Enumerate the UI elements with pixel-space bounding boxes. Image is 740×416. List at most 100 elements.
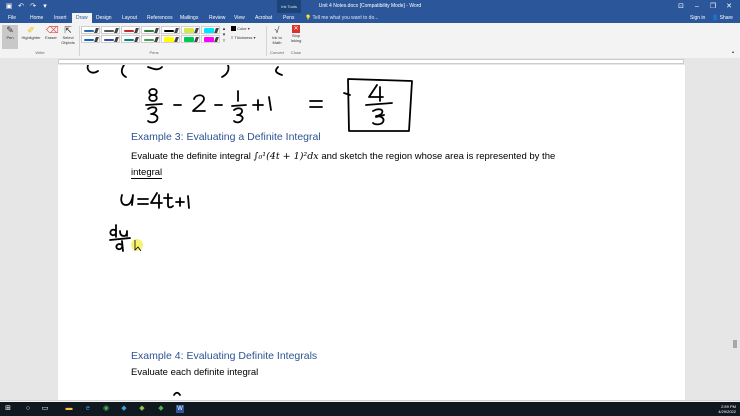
ribbon-display-options-icon[interactable]: ⊡	[674, 0, 688, 13]
cursor-highlight	[131, 239, 143, 251]
pen-swatch[interactable]	[81, 26, 100, 34]
pens-group-label: Pens	[149, 50, 159, 55]
example3-text: integral	[131, 167, 163, 179]
pen-gallery-more-icon[interactable]: ▴ ▾ ▿	[221, 26, 227, 44]
stop-inking-icon: ✕	[292, 25, 300, 33]
app-icon[interactable]: ◆	[138, 405, 146, 413]
highlighter-swatch[interactable]	[201, 26, 220, 34]
ink-stroke	[343, 92, 351, 96]
select-objects-button[interactable]: ⇱ Select Objects	[59, 25, 77, 45]
color-swatch-icon	[231, 26, 236, 32]
title-bar: ▣ ↶ ↷ ▾ Ink Tools Unit 4 Notes.docx [Com…	[0, 0, 740, 13]
example3-heading: Example 3: Evaluating a Definite Integra…	[131, 131, 321, 143]
tab-acrobat[interactable]: Acrobat	[251, 13, 276, 23]
tell-me-search[interactable]: 💡 Tell me what you want to do...	[305, 13, 378, 23]
vertical-scrollbar[interactable]	[730, 65, 740, 400]
ink-digit-1	[187, 195, 190, 209]
ink-stroke	[120, 65, 127, 78]
search-icon[interactable]: ○	[24, 405, 32, 413]
tab-design[interactable]: Design	[92, 13, 116, 23]
tab-file[interactable]: File	[4, 13, 20, 23]
ribbon-tabs: File Home Insert Draw Design Layout Refe…	[0, 13, 740, 23]
ink-stroke	[173, 391, 181, 396]
stop-inking-button[interactable]: ✕ Stop Inking	[288, 25, 304, 43]
example3-text: Evaluate the definite integral	[131, 151, 251, 162]
system-clock[interactable]: 2:59 PM 4/29/2022	[718, 404, 736, 414]
windows-start-icon[interactable]: ⊞	[4, 405, 12, 413]
ink-stroke	[147, 66, 163, 71]
app-icon[interactable]: ◆	[120, 405, 128, 413]
pen-swatch[interactable]	[101, 35, 120, 43]
minimize-button[interactable]: –	[690, 0, 704, 13]
chrome-icon[interactable]: ◉	[102, 405, 110, 413]
ink-to-math-icon: √	[274, 25, 280, 35]
sign-in-link[interactable]: Sign in	[690, 13, 705, 23]
windows-taskbar: ⊞ ○ ▭ ▬ e ◉ ◆ ◆ ◆ W 2:59 PM 4/29/2022	[0, 402, 740, 416]
highlighter-swatch[interactable]	[181, 26, 200, 34]
tab-layout[interactable]: Layout	[118, 13, 141, 23]
pen-swatch[interactable]	[161, 26, 180, 34]
ink-fraction-bar	[109, 237, 131, 241]
ink-digit-3	[372, 108, 385, 126]
example3-text: and sketch the region whose area is repr…	[321, 151, 556, 162]
scrollbar-thumb[interactable]	[733, 340, 737, 348]
color-dropdown[interactable]: Color ▾	[231, 26, 250, 32]
file-explorer-icon[interactable]: ▬	[65, 405, 73, 413]
tab-home[interactable]: Home	[26, 13, 47, 23]
pen-swatch[interactable]	[121, 35, 140, 43]
ink-equals	[137, 198, 149, 205]
ink-stroke	[86, 65, 99, 74]
pen-tool-button[interactable]: ✎ Pen	[2, 25, 18, 49]
share-button[interactable]: 👤 Share	[712, 13, 733, 23]
thickness-dropdown[interactable]: ≡ Thickness ▾	[231, 35, 256, 40]
ribbon-separator	[79, 26, 80, 56]
task-view-icon[interactable]: ▭	[41, 405, 49, 413]
select-arrow-icon: ⇱	[64, 25, 72, 35]
ink-fraction-bar	[365, 102, 393, 106]
ruler	[0, 58, 740, 65]
highlighter-swatch[interactable]	[201, 35, 220, 43]
color-label: Color	[237, 26, 247, 31]
ink-letter-u	[119, 230, 128, 237]
highlighter-tool-button[interactable]: ✐ Highlighter	[19, 25, 43, 40]
document-title: Unit 4 Notes.docx [Compatibility Mode] -…	[318, 3, 422, 9]
tab-mailings[interactable]: Mailings	[176, 13, 202, 23]
pen-swatch[interactable]	[101, 26, 120, 34]
pen-icon: ✎	[6, 25, 14, 35]
pen-label: Pen	[6, 35, 14, 40]
ink-letter-t	[163, 193, 174, 209]
tab-insert[interactable]: Insert	[50, 13, 71, 23]
ink-digit-2	[192, 94, 206, 112]
share-label: Share	[719, 15, 733, 21]
select-objects-label: Select Objects	[61, 35, 75, 45]
highlighter-swatch[interactable]	[181, 35, 200, 43]
example4-heading: Example 4: Evaluating Definite Integrals	[131, 350, 318, 362]
highlighter-icon: ✐	[27, 25, 35, 35]
document-page[interactable]: Example 3: Evaluating a Definite Integra…	[58, 65, 685, 400]
ink-to-math-label: Ink to Math	[272, 35, 282, 45]
highlighter-swatch[interactable]	[161, 35, 180, 43]
pen-swatch[interactable]	[121, 26, 140, 34]
tab-pens[interactable]: Pens	[279, 13, 298, 23]
collapse-ribbon-icon[interactable]: ▴	[732, 49, 734, 54]
restore-button[interactable]: ❐	[706, 0, 720, 13]
ink-letter-u	[120, 194, 134, 206]
ink-stroke	[221, 65, 230, 78]
ink-to-math-button[interactable]: √ Ink to Math	[268, 25, 286, 45]
pen-swatch[interactable]	[141, 35, 160, 43]
app-icon[interactable]: ◆	[157, 405, 165, 413]
draw-ribbon: ✎ Pen ✐ Highlighter ⌫ Eraser ⇱ Select Ob…	[0, 23, 740, 59]
pen-swatch[interactable]	[81, 35, 100, 43]
tab-review[interactable]: Review	[205, 13, 229, 23]
ink-digit-3	[147, 106, 159, 124]
example3-paragraph-line2: integral	[131, 167, 163, 179]
close-button[interactable]: ✕	[722, 0, 736, 13]
tab-view[interactable]: View	[230, 13, 249, 23]
ink-digit-1	[268, 96, 272, 111]
pen-swatch[interactable]	[141, 26, 160, 34]
tab-draw[interactable]: Draw	[72, 13, 92, 23]
eraser-tool-button[interactable]: ⌫ Eraser	[44, 25, 59, 40]
word-taskbar-icon[interactable]: W	[176, 405, 184, 413]
edge-icon[interactable]: e	[84, 405, 92, 413]
tab-references[interactable]: References	[143, 13, 177, 23]
